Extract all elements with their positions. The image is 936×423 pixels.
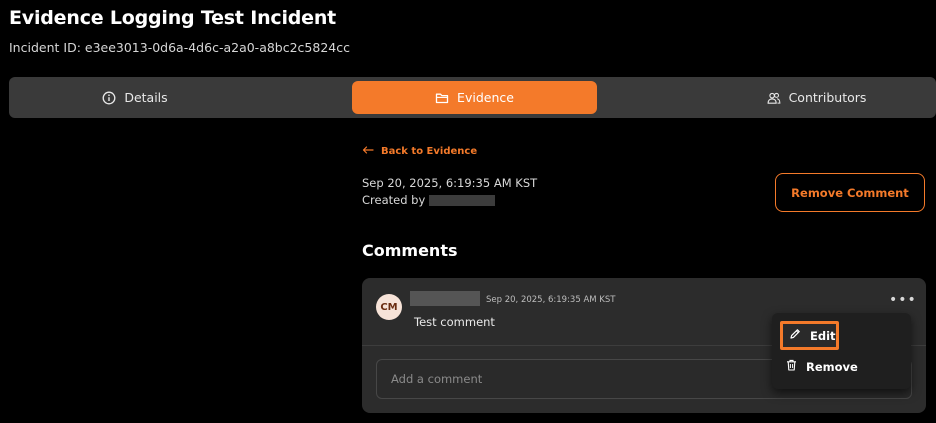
tab-contributors-label: Contributors — [788, 90, 867, 105]
more-options-icon[interactable]: ••• — [889, 292, 917, 308]
users-icon — [767, 91, 781, 105]
evidence-timestamp: Sep 20, 2025, 6:19:35 AM KST — [362, 176, 538, 190]
remove-menu-item[interactable]: Remove — [786, 359, 858, 374]
pencil-icon — [789, 328, 801, 343]
comment-timestamp: Sep 20, 2025, 6:19:35 AM KST — [486, 295, 616, 305]
tab-evidence[interactable]: Evidence — [352, 81, 597, 114]
back-to-evidence-link[interactable]: Back to Evidence — [362, 146, 477, 157]
avatar: CM — [376, 294, 402, 320]
arrow-left-icon — [362, 146, 374, 157]
redacted-author-name — [410, 291, 480, 306]
remove-label: Remove — [806, 359, 858, 374]
comment-actions-menu: Edit Remove — [772, 313, 911, 389]
remove-comment-button[interactable]: Remove Comment — [775, 173, 925, 212]
edit-menu-item[interactable]: Edit — [780, 321, 839, 350]
edit-label: Edit — [810, 328, 836, 343]
info-icon — [102, 91, 116, 105]
tab-details-label: Details — [124, 90, 168, 105]
trash-icon — [786, 359, 797, 374]
incident-id: Incident ID: e3ee3013-0d6a-4d6c-a2a0-a8b… — [9, 40, 350, 55]
redacted-creator-name — [429, 194, 496, 206]
comment-text: Test comment — [414, 315, 495, 329]
tab-contributors[interactable]: Contributors — [699, 81, 934, 114]
folder-icon — [435, 91, 449, 105]
tab-evidence-label: Evidence — [457, 90, 514, 105]
page-title: Evidence Logging Test Incident — [9, 7, 337, 29]
created-by: Created by — [362, 193, 496, 207]
back-link-label: Back to Evidence — [381, 146, 478, 157]
tab-bar: Details Evidence Contributors — [9, 77, 936, 118]
created-by-label: Created by — [362, 193, 426, 207]
tab-details[interactable]: Details — [9, 81, 261, 114]
comments-heading: Comments — [362, 241, 458, 260]
